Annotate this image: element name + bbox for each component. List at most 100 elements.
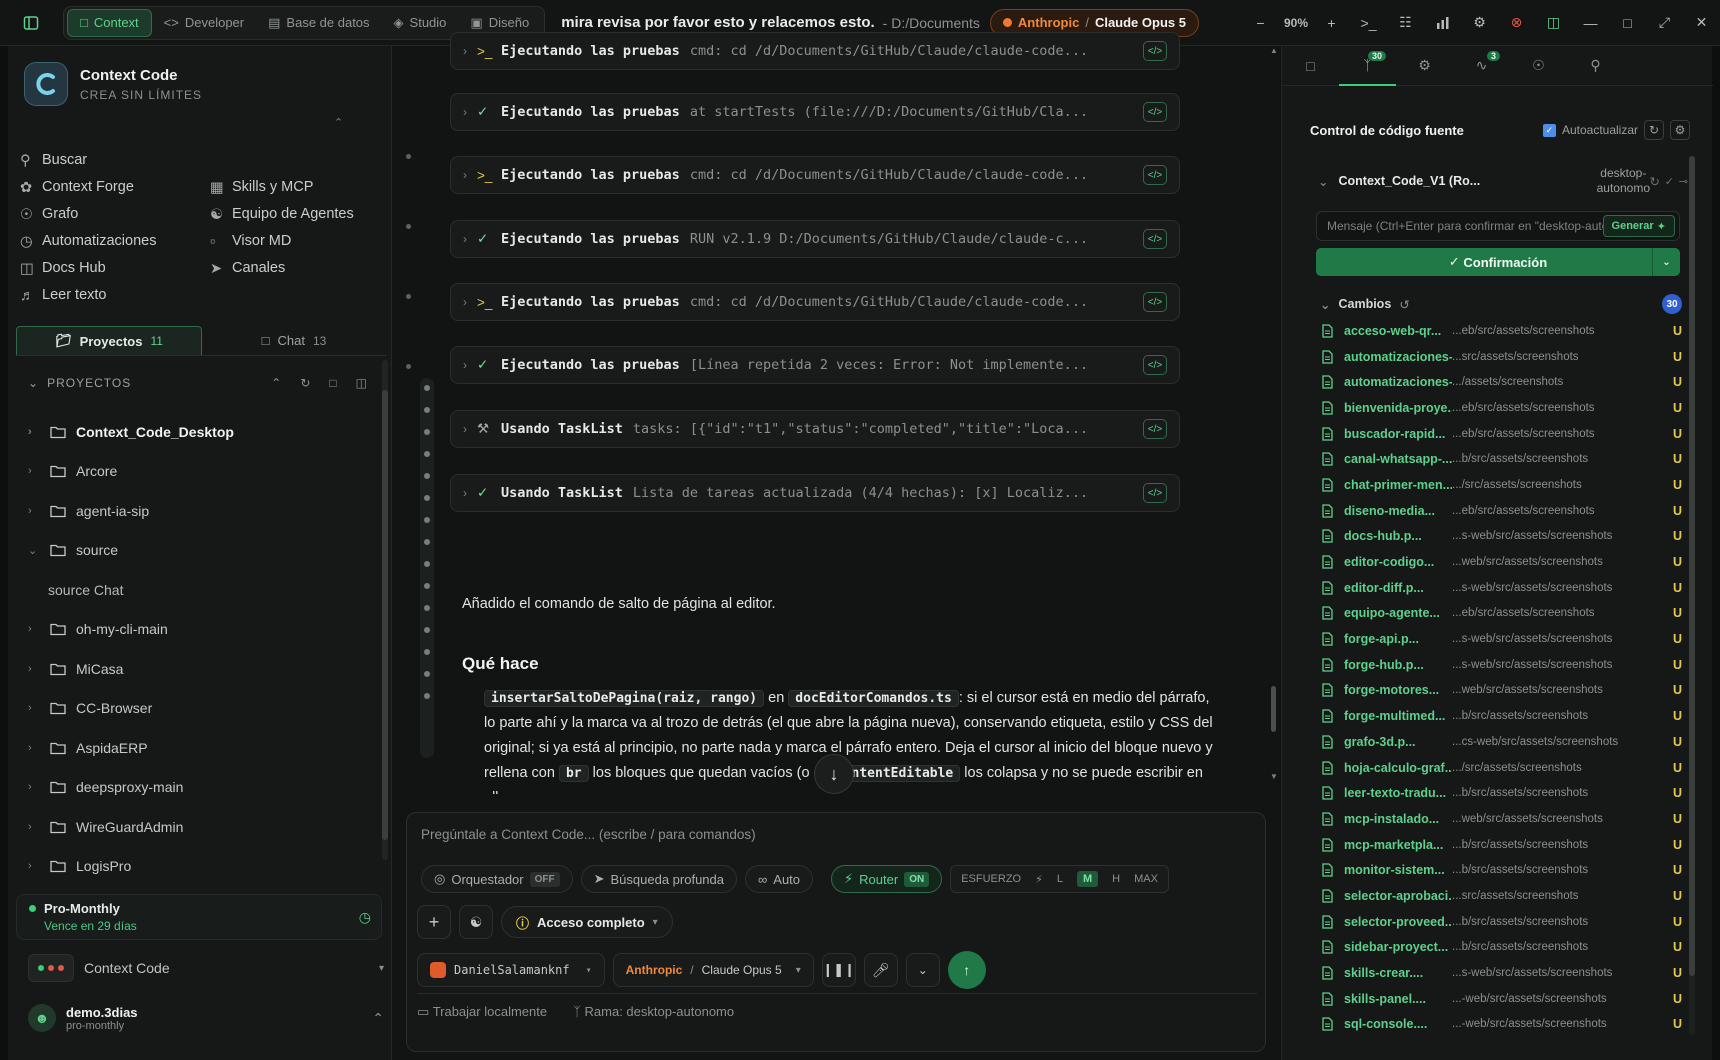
- commit-message-input[interactable]: Mensaje (Ctrl+Enter para confirmar en "d…: [1316, 211, 1680, 241]
- tab-database[interactable]: ▤ Base de datos: [256, 9, 381, 37]
- tab-activity[interactable]: ∿ 3: [1453, 46, 1510, 86]
- menu-item-docs-hub[interactable]: ◫ Docs Hub: [20, 256, 210, 279]
- tool-call-card[interactable]: › >_ Ejecutando las pruebas cmd: cd /d/Docu…: [450, 156, 1180, 194]
- menu-item-graph[interactable]: ☉ Grafo: [20, 202, 210, 225]
- refresh-icon[interactable]: ↻: [1644, 120, 1664, 140]
- gear-icon[interactable]: ⚙: [1670, 120, 1690, 140]
- panel-toggle-icon[interactable]: ◫: [1535, 0, 1572, 46]
- tool-call-card[interactable]: › ✓ Ejecutando las pruebas RUN v2.1.9 D:/Do…: [450, 220, 1180, 258]
- menu-item-search[interactable]: ⚲ Buscar: [20, 148, 210, 171]
- chevron-down-icon[interactable]: ⌄: [28, 376, 39, 390]
- close-icon[interactable]: ✕: [1683, 0, 1720, 46]
- changed-file-row[interactable]: editor-codigo... ...web/src/assets/screen…: [1322, 549, 1682, 575]
- check-icon[interactable]: ✓: [1665, 175, 1674, 188]
- scroll-up-icon[interactable]: ▲: [1270, 46, 1278, 55]
- microphone-button[interactable]: 🎤︎: [863, 953, 898, 987]
- scrollbar-thumb[interactable]: [1271, 686, 1276, 732]
- menu-item-agent-team[interactable]: ☯ Equipo de Agentes: [210, 202, 386, 225]
- tool-call-card[interactable]: › ✓ Usando TaskList Lista de tareas actuali…: [450, 474, 1180, 512]
- work-locally-button[interactable]: ▭ Trabajar localmente: [417, 1004, 547, 1020]
- tab-studio[interactable]: ◈ Studio: [382, 9, 459, 37]
- changed-file-row[interactable]: acceso-web-qr... ...eb/src/assets/screens…: [1322, 318, 1682, 344]
- scroll-down-icon[interactable]: ▼: [1270, 772, 1278, 781]
- changed-file-row[interactable]: buscador-rapid... ...eb/src/assets/screen…: [1322, 421, 1682, 447]
- router-toggle[interactable]: ⚡︎ Router ON: [831, 865, 943, 893]
- project-item[interactable]: › WireGuardAdmin: [28, 807, 348, 847]
- tab-git[interactable]: ᛉ 30: [1339, 46, 1396, 86]
- shrink-icon[interactable]: ⤢: [1646, 0, 1683, 46]
- sync-icon[interactable]: ↻: [1650, 174, 1660, 189]
- menu-item-md-viewer[interactable]: ▫ Visor MD: [210, 229, 386, 252]
- deep-search-toggle[interactable]: ➤ Búsqueda profunda: [580, 865, 737, 893]
- project-item[interactable]: › LogisPro: [28, 847, 348, 887]
- undo-icon[interactable]: ↺: [1399, 297, 1409, 312]
- code-view-icon[interactable]: </>: [1143, 41, 1167, 61]
- refresh-icon[interactable]: ↻: [300, 376, 311, 390]
- model-selector-composer[interactable]: Anthropic / Claude Opus 5 ▾: [612, 953, 814, 987]
- changes-scrollbar[interactable]: [1689, 156, 1695, 1036]
- workspace-selector[interactable]: Context Code ▾: [28, 954, 384, 982]
- project-item[interactable]: › Arcore: [28, 452, 348, 492]
- zoom-out-icon[interactable]: −: [1242, 0, 1279, 46]
- changed-file-row[interactable]: forge-multimed... ...b/src/assets/screens…: [1322, 703, 1682, 729]
- project-item[interactable]: › agent-ia-sip: [28, 491, 348, 531]
- project-item[interactable]: ⌄ source: [28, 531, 348, 571]
- changed-file-row[interactable]: sidebar-proyect... ...b/src/assets/screen…: [1322, 935, 1682, 961]
- chart-icon[interactable]: [1424, 0, 1461, 46]
- tab-files[interactable]: □: [1282, 46, 1339, 86]
- tab-settings[interactable]: ⚙: [1396, 46, 1453, 86]
- changed-file-row[interactable]: monitor-sistem... ...b/src/assets/screens…: [1322, 857, 1682, 883]
- changed-file-row[interactable]: selector-aprobaci... ...src/assets/screen…: [1322, 883, 1682, 909]
- tab-search[interactable]: ⚲: [1567, 46, 1624, 86]
- changed-file-row[interactable]: mcp-instalado... ...web/src/assets/screen…: [1322, 806, 1682, 832]
- chat-scrollbar[interactable]: ▲ ▼: [1268, 46, 1278, 786]
- changed-file-row[interactable]: mcp-marketpla... ...b/src/assets/screensh…: [1322, 832, 1682, 858]
- project-item[interactable]: source Chat: [28, 570, 348, 610]
- scroll-down-button[interactable]: ↓: [814, 754, 854, 794]
- code-view-icon[interactable]: </>: [1143, 483, 1167, 503]
- tool-call-card[interactable]: › ⚒︎ Usando TaskList tasks: [{"id":"t1","st…: [450, 410, 1180, 448]
- tool-call-card[interactable]: › >_ Ejecutando las pruebas cmd: cd /d/Docu…: [450, 283, 1180, 321]
- changed-file-row[interactable]: automatizaciones-... ...src/assets/screen…: [1322, 344, 1682, 370]
- changed-file-row[interactable]: hoja-calculo-graf... .../src/assets/scree…: [1322, 755, 1682, 781]
- attach-button[interactable]: +: [417, 905, 451, 939]
- generate-button[interactable]: Generar ✦: [1602, 215, 1675, 237]
- user-menu[interactable]: ☻ demo.3dias pro-monthly ⌃: [28, 1004, 384, 1032]
- account-selector[interactable]: DanielSalamanknf ▾: [417, 953, 605, 987]
- project-item[interactable]: › Context_Code_Desktop: [28, 412, 348, 452]
- voice-wave-button[interactable]: ❙❚❙: [821, 953, 856, 987]
- sliders-icon[interactable]: ☷: [1387, 0, 1424, 46]
- project-item[interactable]: › CC-Browser: [28, 689, 348, 729]
- project-list-scrollbar[interactable]: [382, 360, 388, 860]
- tool-call-card[interactable]: › ✓ Ejecutando las pruebas at startTests (f…: [450, 93, 1180, 131]
- auto-toggle[interactable]: ∞ Auto: [745, 865, 814, 893]
- branch-indicator[interactable]: ᛉ Rama: desktop-autonomo: [573, 1004, 734, 1020]
- changed-file-row[interactable]: selector-proveed... ...b/src/assets/scree…: [1322, 909, 1682, 935]
- autoupdate-toggle[interactable]: ✓ Autoactualizar ↻ ⚙: [1542, 120, 1690, 140]
- collapse-all-icon[interactable]: ⌃: [271, 376, 282, 390]
- changed-file-row[interactable]: skills-crear.... ...s-web/src/assets/scre…: [1322, 960, 1682, 986]
- effort-option-l[interactable]: L: [1057, 873, 1063, 885]
- changed-file-row[interactable]: equipo-agente... ...eb/src/assets/screens…: [1322, 601, 1682, 627]
- changes-header[interactable]: ⌄ Cambios ↺ 30: [1320, 294, 1682, 314]
- code-view-icon[interactable]: </>: [1143, 102, 1167, 122]
- changed-file-row[interactable]: grafo-3d.p... ...cs-web/src/assets/screen…: [1322, 729, 1682, 755]
- repository-row[interactable]: ⌄ Context_Code_V1 (Ro... desktop-autonom…: [1318, 166, 1688, 196]
- changed-file-row[interactable]: docs-hub.p... ...s-web/src/assets/screens…: [1322, 524, 1682, 550]
- changed-file-row[interactable]: forge-api.p... ...s-web/src/assets/screen…: [1322, 626, 1682, 652]
- pin-icon[interactable]: ⊸: [1679, 175, 1688, 188]
- collapse-menu-icon[interactable]: ⌃: [334, 116, 343, 129]
- scrollbar-thumb[interactable]: [382, 390, 388, 840]
- menu-item-read-text[interactable]: ♬ Leer texto: [20, 283, 210, 306]
- orchestrator-toggle[interactable]: ◎ Orquestador OFF: [421, 865, 573, 893]
- effort-option-h[interactable]: H: [1112, 873, 1120, 885]
- changed-file-row[interactable]: forge-motores... ...web/src/assets/screen…: [1322, 678, 1682, 704]
- changed-file-row[interactable]: automatizaciones-p....../assets/screensh…: [1322, 369, 1682, 395]
- changed-file-row[interactable]: chat-primer-men... .../src/assets/screens…: [1322, 472, 1682, 498]
- project-item[interactable]: › oh-my-cli-main: [28, 610, 348, 650]
- changed-file-row[interactable]: editor-diff.p... ...s-web/src/assets/scre…: [1322, 575, 1682, 601]
- code-view-icon[interactable]: </>: [1143, 355, 1167, 375]
- changed-file-row[interactable]: leer-texto-tradu... ...b/src/assets/scree…: [1322, 780, 1682, 806]
- scrollbar-thumb[interactable]: [1689, 156, 1695, 976]
- tab-chat[interactable]: □ Chat 13: [202, 326, 386, 355]
